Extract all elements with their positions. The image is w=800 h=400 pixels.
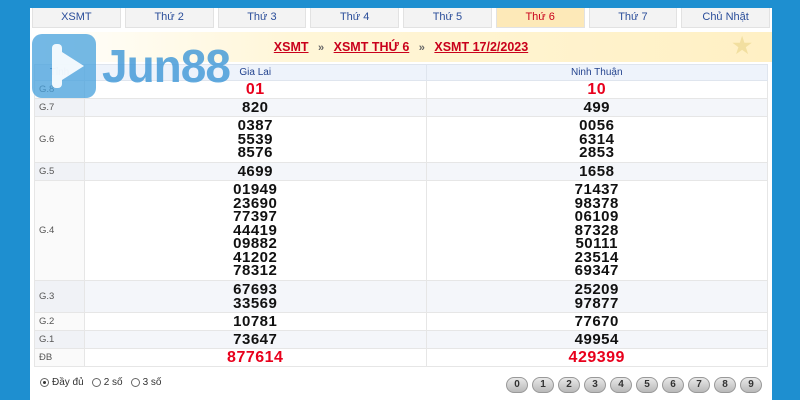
header-province-label: Tỉnh <box>34 64 85 81</box>
prize-number: 499 <box>583 98 611 116</box>
table-row: G.6 0387 5539 8576 0056 6314 2853 <box>34 116 768 163</box>
prize-number: 78312 <box>233 262 278 280</box>
digit-button-8[interactable]: 8 <box>714 377 736 393</box>
breadcrumb-link-xsmt-date[interactable]: XSMT 17/2/2023 <box>434 40 528 54</box>
prize-label: G.5 <box>34 162 85 181</box>
table-row: G.1 73647 49954 <box>34 330 768 349</box>
radio-icon[interactable] <box>40 378 49 387</box>
prize-cell: 429399 <box>425 348 768 367</box>
prize-number: 10781 <box>233 312 278 330</box>
results-footer: Đầy đủ 2 số 3 số 0123456789 <box>40 377 772 399</box>
breadcrumb-separator: » <box>318 42 325 54</box>
breadcrumb-link-xsmt[interactable]: XSMT <box>274 40 309 54</box>
digit-button-2[interactable]: 2 <box>558 377 580 393</box>
display-option-0[interactable]: Đầy đủ <box>40 377 84 388</box>
prize-number: 820 <box>241 98 269 116</box>
tab-thứ-4[interactable]: Thứ 4 <box>310 8 399 28</box>
table-row: G.7 820 499 <box>34 98 768 117</box>
prize-number: 877614 <box>227 348 284 366</box>
digit-button-6[interactable]: 6 <box>662 377 684 393</box>
table-header-row: Tỉnh Gia Lai Ninh Thuận <box>34 64 768 81</box>
prize-number: 97877 <box>574 294 619 312</box>
prize-number: 49954 <box>574 330 619 348</box>
prize-cell: 73647 <box>84 330 427 349</box>
table-row: G.4 01949 23690 77397 44419 09882 41202 78312 71… <box>34 180 768 281</box>
prize-cell: 77670 <box>425 312 768 331</box>
radio-label: 2 số <box>103 377 123 388</box>
prize-cell: 67693 33569 <box>84 280 427 313</box>
table-row: G.3 67693 33569 25209 97877 <box>34 280 768 313</box>
prize-number: 8576 <box>237 144 273 162</box>
digit-button-7[interactable]: 7 <box>688 377 710 393</box>
display-option-2[interactable]: 3 số <box>130 377 162 388</box>
digit-button-3[interactable]: 3 <box>584 377 606 393</box>
digit-button-4[interactable]: 4 <box>610 377 632 393</box>
prize-number: 429399 <box>568 348 625 366</box>
results-table: Tỉnh Gia Lai Ninh Thuận G.8 01 10 G.7 820 499… <box>34 64 768 367</box>
tab-thứ-2[interactable]: Thứ 2 <box>124 8 214 28</box>
display-mode-options: Đầy đủ 2 số 3 số <box>40 377 170 388</box>
tab-chủ-nhật[interactable]: Chủ Nhật <box>681 8 770 28</box>
prize-number: 69347 <box>574 262 619 280</box>
prize-number: 10 <box>587 80 607 98</box>
prize-cell: 01949 23690 77397 44419 09882 41202 78312 <box>84 180 427 281</box>
digit-button-5[interactable]: 5 <box>636 377 658 393</box>
header-province-gia-lai: Gia Lai <box>84 64 427 81</box>
prize-label: ĐB <box>34 348 85 367</box>
prize-label: G.1 <box>34 330 85 349</box>
prize-cell: 01 <box>84 80 427 99</box>
prize-number: 01 <box>245 80 265 98</box>
radio-label: 3 số <box>142 377 162 388</box>
prize-number: 73647 <box>233 330 278 348</box>
prize-label: G.3 <box>34 280 85 313</box>
radio-icon[interactable] <box>91 378 101 387</box>
prize-cell: 0387 5539 8576 <box>84 116 427 163</box>
prize-label: G.7 <box>34 98 85 117</box>
digit-button-9[interactable]: 9 <box>740 377 762 393</box>
digit-button-1[interactable]: 1 <box>532 377 554 393</box>
tab-thứ-5[interactable]: Thứ 5 <box>403 8 492 28</box>
prize-cell: 499 <box>425 98 768 117</box>
prize-label: G.8 <box>34 80 85 99</box>
table-row: G.5 4699 1658 <box>34 162 768 181</box>
results-card: XSMT Thứ 2 Thứ 3 Thứ 4 Thứ 5 Thứ 6 Thứ 7 Chủ Nh… <box>30 8 772 400</box>
prize-cell: 25209 97877 <box>425 280 768 313</box>
prize-number: 33569 <box>233 294 278 312</box>
digit-button-0[interactable]: 0 <box>506 377 528 393</box>
star-decoration-icon: ★ <box>732 33 752 58</box>
prize-cell: 1658 <box>425 162 768 181</box>
breadcrumb-link-xsmt-thu-6[interactable]: XSMT THỨ 6 <box>334 40 410 54</box>
prize-number: 4699 <box>237 162 273 180</box>
prize-cell: 877614 <box>84 348 427 367</box>
prize-cell: 10 <box>425 80 768 99</box>
prize-label: G.2 <box>34 312 85 331</box>
radio-icon[interactable] <box>130 378 140 387</box>
tab-thứ-7[interactable]: Thứ 7 <box>588 8 678 28</box>
prize-number: 2853 <box>579 144 615 162</box>
table-row: ĐB 877614 429399 <box>34 348 768 367</box>
digit-filter: 0123456789 <box>506 377 762 393</box>
prize-cell: 4699 <box>84 162 427 181</box>
breadcrumb: XSMT » XSMT THỨ 6 » XSMT 17/2/2023 ★ <box>30 32 772 62</box>
prize-cell: 49954 <box>425 330 768 349</box>
prize-cell: 820 <box>84 98 427 117</box>
prize-cell: 10781 <box>84 312 427 331</box>
tab-thứ-6[interactable]: Thứ 6 <box>495 8 585 28</box>
breadcrumb-separator: » <box>418 42 425 54</box>
radio-label: Đầy đủ <box>52 377 84 388</box>
prize-label: G.4 <box>34 180 85 281</box>
prize-number: 77670 <box>574 312 619 330</box>
prize-label: G.6 <box>34 116 85 163</box>
tab-xsmt[interactable]: XSMT <box>32 8 121 28</box>
prize-cell: 71437 98378 06109 87328 50111 23514 69347 <box>425 180 768 281</box>
display-option-1[interactable]: 2 số <box>91 377 123 388</box>
prize-cell: 0056 6314 2853 <box>425 116 768 163</box>
tab-thứ-3[interactable]: Thứ 3 <box>217 8 307 28</box>
table-row: G.2 10781 77670 <box>34 312 768 331</box>
header-province-ninh-thuan: Ninh Thuận <box>425 64 768 81</box>
prize-number: 1658 <box>579 162 615 180</box>
table-row: G.8 01 10 <box>34 80 768 99</box>
day-tabs: XSMT Thứ 2 Thứ 3 Thứ 4 Thứ 5 Thứ 6 Thứ 7 Chủ Nh… <box>30 8 772 28</box>
